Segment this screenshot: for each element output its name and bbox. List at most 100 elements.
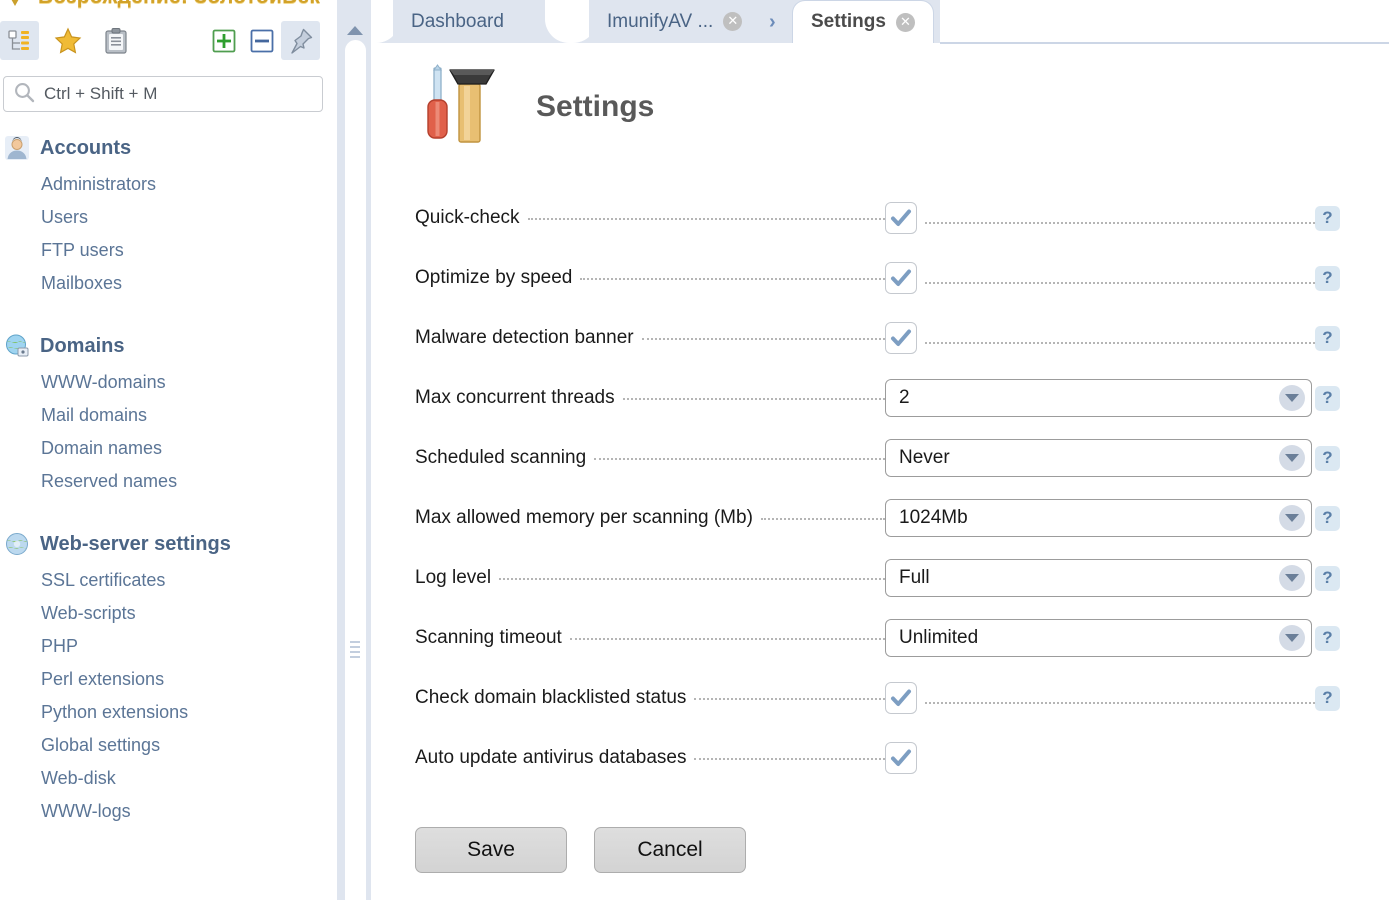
collapse-all-button[interactable]	[242, 21, 281, 60]
pin-panel-button[interactable]	[281, 21, 320, 60]
sidebar-item-global-settings[interactable]: Global settings	[0, 729, 337, 762]
checkbox-quick-check[interactable]	[885, 202, 917, 234]
select-max-allowed-memory[interactable]: 1024Mb	[885, 499, 1312, 537]
main-content: Dashboard ImunifyAV ... ✕ › Settings ✕ S…	[374, 0, 1389, 900]
splitter-grip-icon[interactable]	[350, 641, 360, 661]
help-icon-scheduled-scanning[interactable]: ?	[1315, 445, 1340, 471]
help-icon-check-domain-blacklisted-status[interactable]: ?	[1315, 685, 1340, 711]
cancel-button[interactable]: Cancel	[594, 827, 746, 873]
form-label-cell: Optimize by speed	[415, 248, 885, 308]
dotted-leader	[580, 278, 885, 280]
select-max-concurrent-threads[interactable]: 2	[885, 379, 1312, 417]
select-log-level[interactable]: Full	[885, 559, 1312, 597]
search-input-placeholder[interactable]: Ctrl + Shift + M	[44, 84, 157, 104]
sidebar-item-python-extensions[interactable]: Python extensions	[0, 696, 337, 729]
form-label-cell: Log level	[415, 548, 885, 608]
sidebar-item-perl-extensions[interactable]: Perl extensions	[0, 663, 337, 696]
sidebar-item-www-logs[interactable]: WWW-logs	[0, 795, 337, 828]
sidebar-item-ftp-users[interactable]: FTP users	[0, 234, 337, 267]
sidebar-group-header-domains[interactable]: Domains	[0, 326, 337, 366]
dotted-leader	[499, 578, 885, 580]
help-icon-max-concurrent-threads[interactable]: ?	[1315, 385, 1340, 411]
dotted-leader	[527, 218, 885, 220]
help-icon-max-allowed-memory[interactable]: ?	[1315, 505, 1340, 531]
sidebar-scrollbar-track[interactable]	[345, 40, 366, 900]
chevron-down-icon[interactable]	[1279, 385, 1305, 411]
sidebar-item-web-scripts[interactable]: Web-scripts	[0, 597, 337, 630]
chevron-down-icon[interactable]	[1279, 565, 1305, 591]
tab-settings[interactable]: Settings ✕	[792, 0, 934, 43]
chevron-down-icon[interactable]	[1279, 505, 1305, 531]
select-scanning-timeout[interactable]: Unlimited	[885, 619, 1312, 657]
page-header: Settings	[414, 62, 654, 151]
help-icon-log-level[interactable]: ?	[1315, 565, 1340, 591]
dotted-leader	[925, 282, 1315, 284]
tab-close-icon[interactable]: ✕	[895, 12, 915, 32]
form-help-cell: ?	[1315, 188, 1345, 248]
tab-label: ImunifyAV ...	[607, 10, 714, 32]
sidebar-group-label: Web-server settings	[40, 532, 231, 555]
dotted-leader	[694, 698, 885, 700]
field-label-malware-detection-banner: Malware detection banner	[415, 327, 642, 349]
tab-dashboard[interactable]: Dashboard	[393, 0, 522, 43]
favorites-star-icon	[54, 27, 82, 55]
checkbox-check-domain-blacklisted-status[interactable]	[885, 682, 917, 714]
sidebar-item-administrators[interactable]: Administrators	[0, 168, 337, 201]
sidebar-item-mailboxes[interactable]: Mailboxes	[0, 267, 337, 300]
help-icon-optimize-by-speed[interactable]: ?	[1315, 265, 1340, 291]
form-label-cell: Scanning timeout	[415, 608, 885, 668]
sidebar-group-web-server-settings: Web-server settings SSL certificates Web…	[0, 524, 337, 828]
save-button[interactable]: Save	[415, 827, 567, 873]
form-label-cell: Max concurrent threads	[415, 368, 885, 428]
field-label-scheduled-scanning: Scheduled scanning	[415, 447, 595, 469]
tab-close-icon[interactable]: ✕	[723, 12, 743, 31]
help-icon-quick-check[interactable]: ?	[1315, 205, 1340, 231]
sidebar-item-users[interactable]: Users	[0, 201, 337, 234]
dotted-leader	[694, 758, 885, 760]
form-row: Check domain blacklisted status ?	[415, 668, 1345, 728]
collapse-all-icon	[250, 29, 274, 53]
sidebar-group-header-accounts[interactable]: Accounts	[0, 128, 337, 168]
dotted-leader	[594, 458, 885, 460]
sidebar-item-ssl-certificates[interactable]: SSL certificates	[0, 564, 337, 597]
checkbox-optimize-by-speed[interactable]	[885, 262, 917, 294]
chevron-down-icon[interactable]	[1279, 445, 1305, 471]
search-box[interactable]: Ctrl + Shift + M	[3, 76, 323, 112]
checkbox-malware-detection-banner[interactable]	[885, 322, 917, 354]
dotted-leader	[925, 702, 1315, 704]
tab-imunifyav[interactable]: ImunifyAV ... ✕	[589, 0, 761, 43]
sidebar-group-domains: Domains WWW-domains Mail domains Domain …	[0, 326, 337, 498]
sidebar-group-header-web-server-settings[interactable]: Web-server settings	[0, 524, 337, 564]
clipboard-icon	[103, 27, 129, 55]
sidebar-item-reserved-names[interactable]: Reserved names	[0, 465, 337, 498]
form-control-cell	[885, 248, 1315, 308]
form-label-cell: Max allowed memory per scanning (Mb)	[415, 488, 885, 548]
checkbox-auto-update-antivirus-databases[interactable]	[885, 742, 917, 774]
form-help-cell: ?	[1315, 548, 1345, 608]
form-label-cell: Malware detection banner	[415, 308, 885, 368]
panel-splitter[interactable]	[337, 0, 374, 900]
field-label-log-level: Log level	[415, 567, 500, 589]
help-icon-malware-detection-banner[interactable]: ?	[1315, 325, 1340, 351]
form-label-cell: Auto update antivirus databases	[415, 728, 885, 788]
form-control-cell: Unlimited	[885, 608, 1315, 668]
sidebar-item-web-disk[interactable]: Web-disk	[0, 762, 337, 795]
form-control-cell	[885, 728, 1315, 788]
tab-bar-underline	[940, 42, 1389, 44]
select-scheduled-scanning[interactable]: Never	[885, 439, 1312, 477]
help-icon-scanning-timeout[interactable]: ?	[1315, 625, 1340, 651]
sidebar-item-domain-names[interactable]: Domain names	[0, 432, 337, 465]
chevron-down-icon[interactable]	[1279, 625, 1305, 651]
tree-view-button[interactable]	[0, 21, 39, 60]
expand-all-button[interactable]	[204, 21, 243, 60]
select-value: 1024Mb	[899, 507, 968, 528]
sidebar-item-mail-domains[interactable]: Mail domains	[0, 399, 337, 432]
select-value: Never	[899, 447, 950, 468]
clipboard-button[interactable]	[96, 21, 135, 60]
scroll-up-arrow-icon[interactable]	[347, 26, 363, 35]
form-help-cell: ?	[1315, 488, 1345, 548]
sidebar-item-www-domains[interactable]: WWW-domains	[0, 366, 337, 399]
sidebar-item-php[interactable]: PHP	[0, 630, 337, 663]
form-row: Log level Full ?	[415, 548, 1345, 608]
favorites-button[interactable]	[48, 21, 87, 60]
